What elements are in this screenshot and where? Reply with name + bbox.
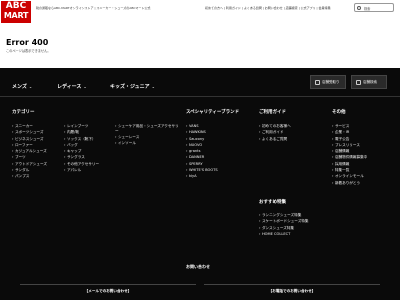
other-heading: その他 [332, 110, 346, 115]
store-search-label: 店舗検索 [363, 80, 377, 84]
logo-line-2: MART [3, 11, 29, 20]
category-mens-label: メンズ [12, 84, 27, 90]
feature-link[interactable]: スケートボードシューズ特集 [259, 218, 309, 224]
other-link[interactable]: オンラインモール [332, 173, 367, 179]
guide-link[interactable]: よくあるご質問 [259, 136, 291, 142]
search-input[interactable]: 検索 [354, 3, 394, 12]
header-tagline: 靴の通販ならABC-MARTオンラインストア | スニーカー・シューズのABCマ… [36, 6, 151, 10]
category-kids-label: キッズ・ジュニア [110, 84, 150, 90]
category-list-1: スニーカー スポーツシューズ ビジネスシューズ ローファー カジュアルシューズ … [12, 123, 47, 180]
contact-phone[interactable]: 【お電話でのお問い合わせ】 [204, 284, 380, 300]
specialty-list: VANS HAWKINS Saucony NUOVO grants DANNER… [186, 123, 218, 180]
category-link[interactable]: スポーツシューズ [12, 129, 47, 135]
guide-list: 初めてのお客様へ ご利用ガイド よくあるご質問 [259, 123, 291, 142]
chevron-down-icon: ⌄ [151, 84, 156, 89]
site-header: ABC MART 靴の通販ならABC-MARTオンラインストア | スニーカー・… [0, 0, 400, 24]
logo-line-1: ABC [5, 1, 27, 11]
store-pickup-button[interactable]: 店舗受取り [310, 75, 346, 89]
site-footer: メンズ⌄ レディース⌄ キッズ・ジュニア⌄ 店舗受取り 店舗検索 カテゴリー ス… [0, 68, 400, 300]
category-link[interactable]: ビジネスシューズ [12, 136, 47, 142]
store-icon [315, 80, 320, 85]
search-icon [357, 6, 361, 10]
error-message: このページは表示できません。 [6, 49, 51, 53]
header-links[interactable]: 初めての方へ | 利用ガイド | よくある質問 | お問い合わせ | 店舗検索 … [205, 6, 335, 10]
category-link[interactable]: ソックス（靴下） [64, 136, 99, 142]
store-search-button[interactable]: 店舗検索 [351, 75, 387, 89]
category-mens[interactable]: メンズ ⌄ [12, 83, 32, 90]
guide-heading: ご利用ガイド [259, 110, 286, 115]
brand-link[interactable]: kiyA [186, 173, 218, 179]
recommend-heading: おすすめ特集 [259, 200, 286, 205]
other-link[interactable]: 新着ありがとう [332, 180, 367, 186]
category-link[interactable]: アパレル [64, 167, 99, 173]
chevron-down-icon: ⌄ [83, 84, 87, 89]
other-list: サービス 企業・IR 電子公告 プレスリリース 店舗情報 店舗物件情報募集中 採… [332, 123, 367, 186]
store-pickup-label: 店舗受取り [322, 80, 340, 84]
category-list-3: シューケア用品・シューズアクセサリー シューレース インソール [115, 123, 180, 147]
recommend-list: ランニングシューズ特集 スケートボードシューズ特集 ダンスシューズ特集 HOME… [259, 212, 309, 237]
store-icon [356, 80, 361, 85]
footer-divider [0, 96, 400, 97]
category-ladies[interactable]: レディース ⌄ [57, 83, 87, 90]
category-kids[interactable]: キッズ・ジュニア ⌄ [110, 83, 155, 90]
category-list-2: レインブーツ 内履/靴 ソックス（靴下） バッグ キャップ サングラス その他ア… [64, 123, 99, 173]
feature-link[interactable]: HOME COLLECT [259, 231, 308, 237]
contact-mail[interactable]: 【メールでのお問い合わせ】 [20, 284, 196, 300]
chevron-down-icon: ⌄ [28, 84, 33, 89]
specialty-heading: スペシャリティーブランド [186, 110, 240, 115]
category-ladies-label: レディース [57, 84, 82, 90]
search-placeholder: 検索 [364, 7, 371, 11]
other-link[interactable]: 店舗物件情報募集中 [332, 154, 367, 160]
abc-mart-logo[interactable]: ABC MART [1, 1, 31, 23]
contact-heading: お問い合わせ [186, 264, 210, 269]
category-link[interactable]: パンプス [12, 173, 47, 179]
category-link[interactable]: インソール [115, 140, 180, 146]
category-heading: カテゴリー [12, 110, 35, 115]
category-link[interactable]: シューケア用品・シューズアクセサリー [115, 123, 180, 134]
error-title: Error 400 [6, 38, 49, 47]
